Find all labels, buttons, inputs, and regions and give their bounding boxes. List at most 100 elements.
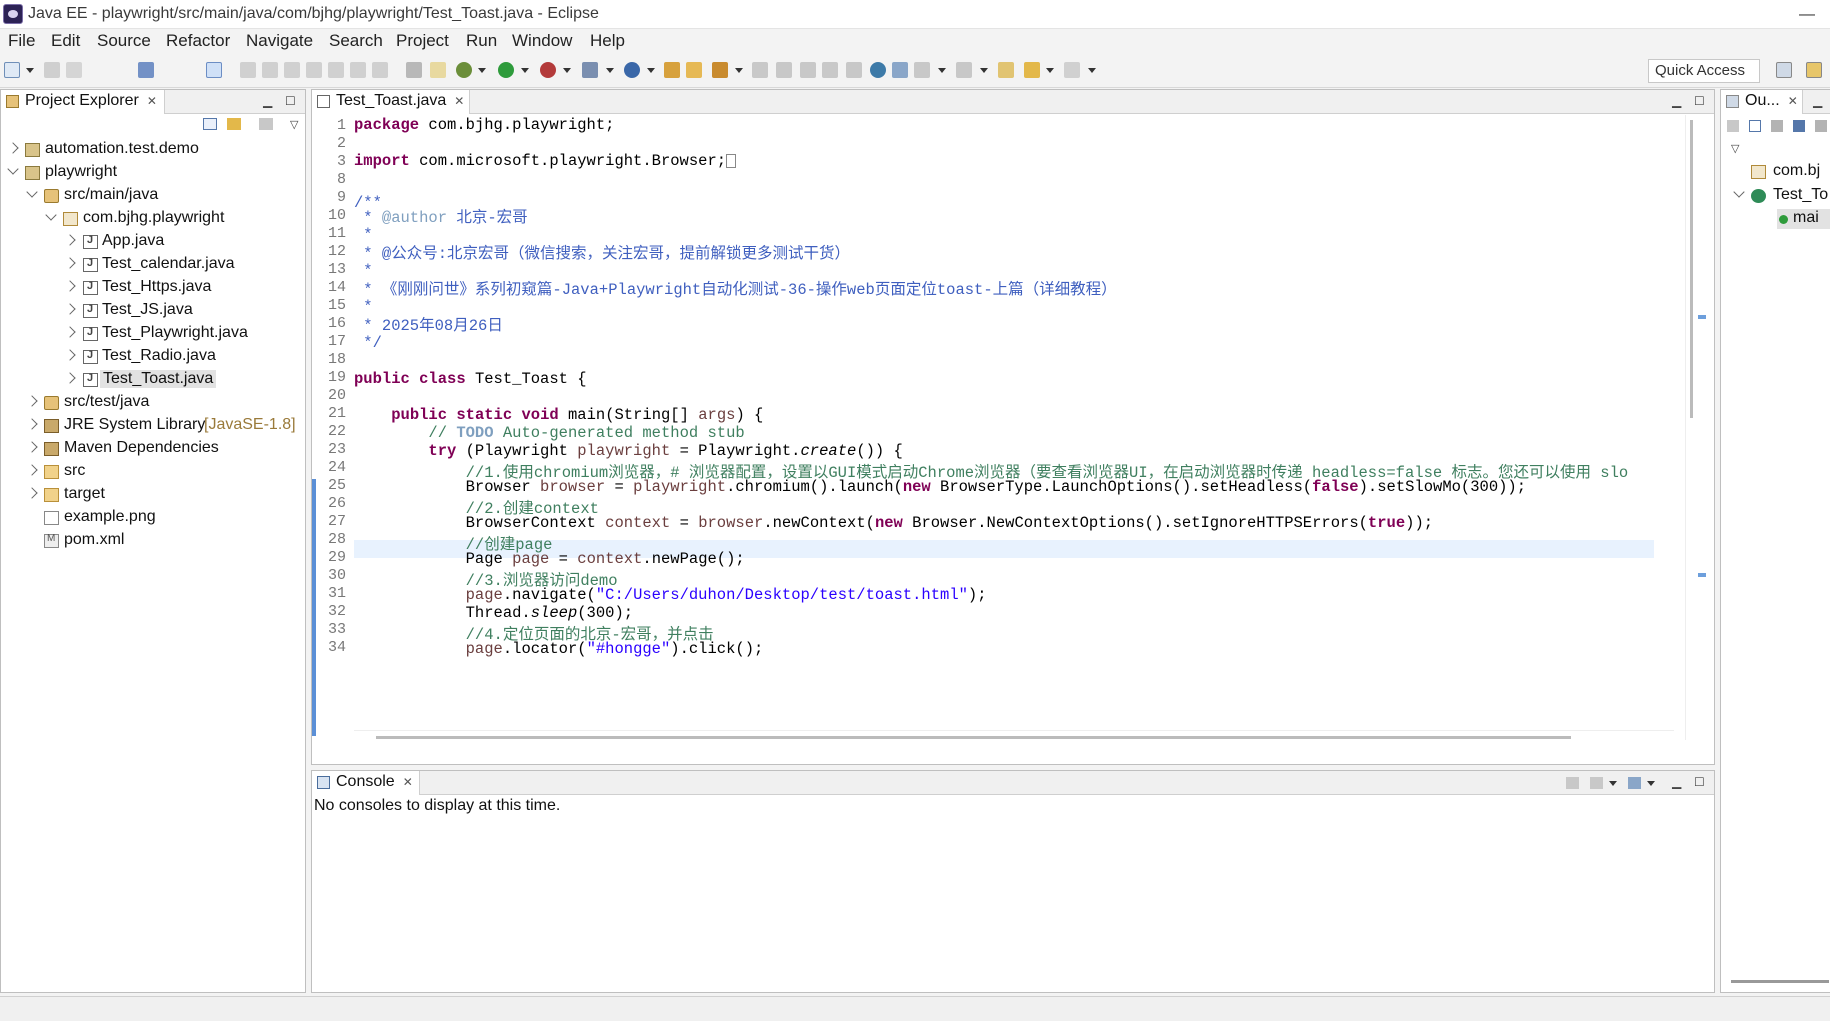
terminal-icon[interactable] [138, 62, 154, 78]
previous-annotation-icon[interactable] [956, 62, 972, 78]
run-icon[interactable] [498, 62, 514, 78]
globe-icon[interactable] [870, 62, 886, 78]
block-selection-icon[interactable] [822, 62, 838, 78]
hide-nonpublic-icon[interactable] [1815, 120, 1827, 132]
expand-arrow-icon[interactable] [64, 349, 76, 361]
save-icon[interactable] [44, 62, 60, 78]
collapse-arrow-icon[interactable] [45, 209, 57, 221]
maximize-view-icon[interactable]: ☐ [1694, 94, 1705, 108]
pin-console-icon[interactable] [1566, 777, 1579, 789]
expand-arrow-icon[interactable] [26, 464, 38, 476]
expand-arrow-icon[interactable] [64, 326, 76, 338]
run-dropdown-icon[interactable] [521, 68, 529, 73]
open-console-icon[interactable] [1628, 777, 1641, 789]
menu-navigate[interactable]: Navigate [246, 31, 313, 51]
next-annotation-dropdown-icon[interactable] [938, 68, 946, 73]
maximize-view-icon[interactable]: ☐ [285, 94, 296, 108]
vertical-scrollbar[interactable] [1690, 120, 1693, 418]
open-type-icon[interactable] [664, 62, 680, 78]
menu-edit[interactable]: Edit [51, 31, 80, 51]
web-browser-icon[interactable] [892, 62, 908, 78]
debug-dropdown-icon[interactable] [478, 68, 486, 73]
occurrence-marker[interactable] [1698, 573, 1706, 577]
disconnect-icon[interactable] [306, 62, 322, 78]
previous-annotation-dropdown-icon[interactable] [980, 68, 988, 73]
show-whitespace-icon[interactable] [846, 62, 862, 78]
hide-fields-icon[interactable] [1771, 120, 1783, 132]
step-return-icon[interactable] [372, 62, 388, 78]
open-console-dropdown-icon[interactable] [1647, 781, 1655, 786]
step-over-icon[interactable] [350, 62, 366, 78]
open-task-icon[interactable] [406, 62, 422, 78]
terminate-icon[interactable] [284, 62, 300, 78]
occurrence-marker[interactable] [1698, 315, 1706, 319]
collapse-arrow-icon[interactable] [7, 163, 19, 175]
menu-file[interactable]: File [8, 31, 35, 51]
forward-dropdown-icon[interactable] [1088, 68, 1096, 73]
expand-arrow-icon[interactable] [7, 142, 19, 154]
close-icon[interactable]: ✕ [147, 94, 157, 108]
external-tools-dropdown-icon[interactable] [563, 68, 571, 73]
new-java-class-icon[interactable] [624, 62, 640, 78]
toggle-mark-icon[interactable] [800, 62, 816, 78]
outline-item-method[interactable]: mai [1777, 209, 1830, 229]
new-dropdown-icon[interactable] [26, 68, 34, 73]
expand-arrow-icon[interactable] [26, 418, 38, 430]
minimize-view-icon[interactable]: ▁ [1672, 94, 1681, 108]
new-icon[interactable] [4, 62, 20, 78]
menu-source[interactable]: Source [97, 31, 151, 51]
search-dropdown-icon[interactable] [735, 68, 743, 73]
step-into-icon[interactable] [328, 62, 344, 78]
display-console-icon[interactable] [1590, 777, 1603, 789]
tab-console[interactable]: Console ✕ [312, 771, 420, 795]
debug-icon[interactable] [456, 62, 472, 78]
tab-test-toast-java[interactable]: Test_Toast.java ✕ [312, 90, 470, 114]
annotation-icon[interactable] [752, 62, 768, 78]
back-icon[interactable] [1024, 62, 1040, 78]
horizontal-scrollbar[interactable] [1731, 980, 1829, 983]
pencil-icon[interactable] [776, 62, 792, 78]
menu-refactor[interactable]: Refactor [166, 31, 230, 51]
expand-arrow-icon[interactable] [64, 303, 76, 315]
open-perspective-icon[interactable] [1776, 62, 1792, 78]
expand-arrow-icon[interactable] [64, 372, 76, 384]
code-area[interactable]: 1 2 3 8 9 10 11 12 13 14 15 16 17 18 19 20 21 22 23 24 25 26 2… [312, 115, 1682, 740]
skip-breakpoints-icon[interactable] [206, 62, 222, 78]
collapse-arrow-icon[interactable] [26, 186, 38, 198]
search-icon[interactable] [712, 62, 728, 78]
tab-outline[interactable]: Ou... ✕ [1721, 90, 1803, 114]
quick-access-field[interactable]: Quick Access [1648, 59, 1760, 83]
resume-icon[interactable] [240, 62, 256, 78]
class-dropdown-icon[interactable] [647, 68, 655, 73]
collapse-arrow-icon[interactable] [1733, 186, 1745, 198]
menu-help[interactable]: Help [590, 31, 625, 51]
server-dropdown-icon[interactable] [606, 68, 614, 73]
minimize-view-icon[interactable]: ▁ [1672, 775, 1681, 789]
menu-search[interactable]: Search [329, 31, 383, 51]
menu-window[interactable]: Window [512, 31, 572, 51]
view-menu-icon[interactable]: ▽ [1731, 142, 1739, 155]
display-console-dropdown-icon[interactable] [1609, 781, 1617, 786]
sort-icon[interactable] [1727, 120, 1739, 132]
expand-arrow-icon[interactable] [26, 395, 38, 407]
filter-icon[interactable] [259, 118, 273, 130]
build-icon[interactable] [430, 62, 446, 78]
menu-run[interactable]: Run [466, 31, 497, 51]
horizontal-scrollbar[interactable] [376, 736, 1571, 739]
minimize-icon[interactable]: — [1784, 0, 1830, 29]
save-all-icon[interactable] [66, 62, 82, 78]
view-menu-icon[interactable]: ▽ [290, 118, 298, 131]
suspend-icon[interactable] [262, 62, 278, 78]
horizontal-scrollbar-track[interactable] [354, 730, 1674, 744]
hide-static-icon[interactable] [1793, 120, 1805, 132]
last-edit-icon[interactable] [998, 62, 1014, 78]
close-icon[interactable]: ✕ [403, 775, 413, 789]
expand-arrow-icon[interactable] [64, 280, 76, 292]
expand-arrow-icon[interactable] [26, 441, 38, 453]
back-dropdown-icon[interactable] [1046, 68, 1054, 73]
expand-arrow-icon[interactable] [64, 257, 76, 269]
link-with-editor-icon[interactable] [227, 118, 241, 130]
expand-arrow-icon[interactable] [26, 487, 38, 499]
collapse-all-icon[interactable] [1749, 120, 1761, 132]
close-icon[interactable]: ✕ [1788, 94, 1798, 108]
